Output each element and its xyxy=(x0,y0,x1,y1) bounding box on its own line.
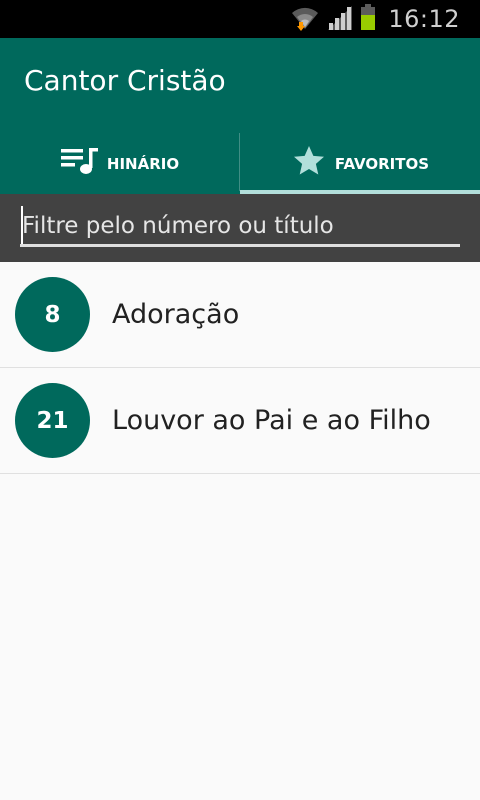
app-bar: Cantor Cristão HINÁRIO FAVORITOS xyxy=(0,38,480,194)
tab-bar: HINÁRIO FAVORITOS xyxy=(0,133,480,194)
list-item[interactable]: 8 Adoração xyxy=(0,262,480,368)
tab-hinario-label: HINÁRIO xyxy=(106,154,180,173)
status-time: 16:12 xyxy=(388,5,460,33)
status-icons: 16:12 xyxy=(290,0,460,38)
tab-favoritos[interactable]: FAVORITOS xyxy=(240,133,480,194)
star-icon xyxy=(291,143,327,184)
hymn-number-badge: 8 xyxy=(15,277,90,352)
signal-icon xyxy=(326,3,354,36)
text-cursor xyxy=(21,206,23,244)
app-title: Cantor Cristão xyxy=(24,64,226,97)
status-bar: 16:12 xyxy=(0,0,480,38)
tab-favoritos-label: FAVORITOS xyxy=(334,154,430,173)
music-list-icon xyxy=(60,146,99,181)
wifi-icon xyxy=(290,2,320,37)
list-item[interactable]: 21 Louvor ao Pai e ao Filho xyxy=(0,368,480,474)
hymn-number-badge: 21 xyxy=(15,383,90,458)
hymn-title: Louvor ao Pai e ao Filho xyxy=(112,405,431,436)
favorites-list: 8 Adoração 21 Louvor ao Pai e ao Filho xyxy=(0,262,480,474)
filter-bar xyxy=(0,194,480,262)
filter-input[interactable] xyxy=(20,208,460,247)
tab-hinario[interactable]: HINÁRIO xyxy=(0,133,240,194)
hymn-title: Adoração xyxy=(112,299,240,330)
battery-icon xyxy=(360,3,376,36)
